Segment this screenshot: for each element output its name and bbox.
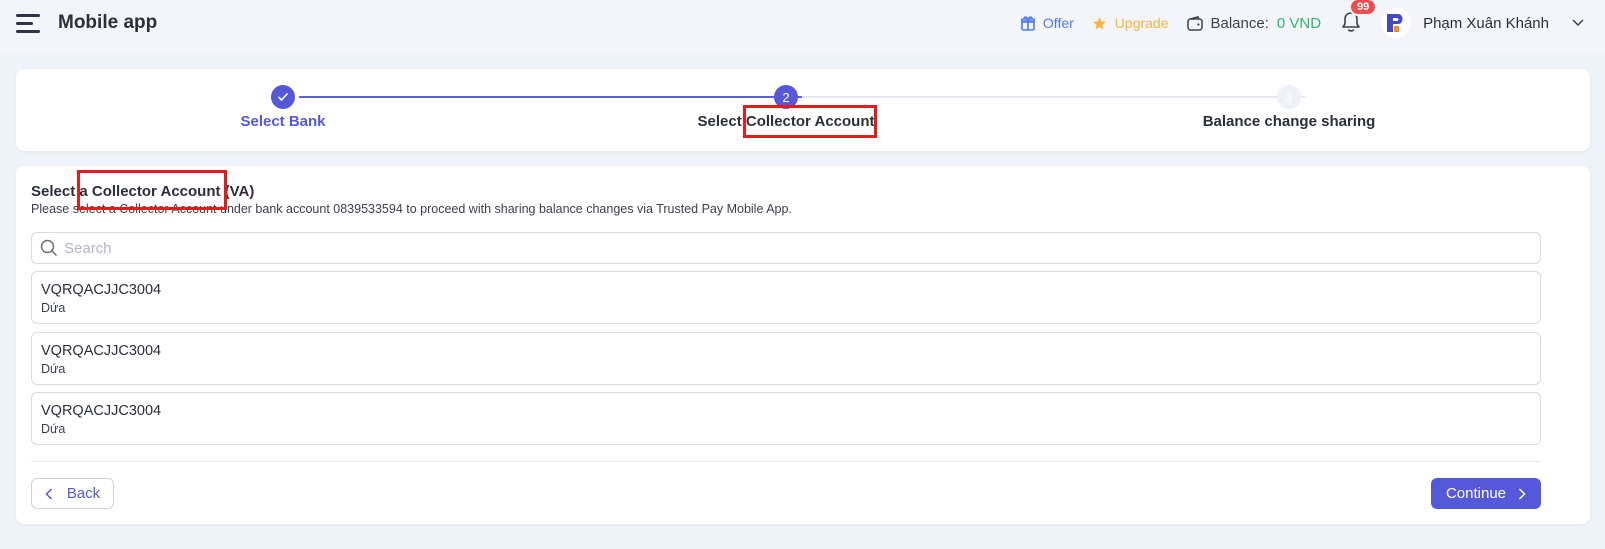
account-name: Dứa (41, 362, 66, 376)
account-name: Dứa (41, 422, 66, 436)
user-name[interactable]: Phạm Xuân Khánh (1423, 15, 1549, 32)
search-box[interactable] (31, 232, 1541, 264)
balance-display: Balance: 0 VND (1186, 14, 1322, 32)
notification-badge: 99 (1349, 0, 1378, 16)
collector-account-panel: Select a Collector Account (VA) Please s… (16, 166, 1590, 524)
search-input[interactable] (64, 239, 1514, 257)
chevron-down-icon[interactable] (1571, 18, 1585, 28)
step-1-label: Select Bank (240, 113, 326, 130)
upgrade-link[interactable]: Upgrade (1092, 15, 1169, 31)
balance-amount: 0 VND (1276, 14, 1322, 32)
brand-logo-icon (1387, 14, 1403, 32)
offer-label: Offer (1042, 15, 1074, 31)
back-button[interactable]: Back (31, 478, 114, 509)
menu-icon[interactable] (16, 14, 40, 34)
step-2-label: Select Collector Account (697, 113, 875, 130)
step-2-indicator: 2 (774, 85, 798, 109)
header-actions: Offer Upgrade Balance: 0 VND 99 Phạm Xuâ… (1020, 0, 1585, 46)
chevron-left-icon (45, 487, 52, 500)
list-item[interactable]: VQRQACJJC3004 Dứa (31, 332, 1541, 385)
star-icon (1093, 16, 1106, 29)
list-item[interactable]: VQRQACJJC3004 Dứa (31, 392, 1541, 445)
account-code: VQRQACJJC3004 (41, 343, 162, 359)
checkmark-icon (277, 92, 289, 102)
step-connector-pending (802, 96, 1305, 98)
balance-label: Balance: (1210, 14, 1269, 32)
step-1-indicator (271, 85, 295, 109)
notification-button[interactable]: 99 (1341, 0, 1378, 35)
stepper: 2 3 Select Bank Select Collector Account… (16, 69, 1590, 151)
account-name: Dứa (41, 301, 66, 315)
divider (31, 461, 1541, 462)
gift-icon (1020, 15, 1035, 31)
continue-label: Continue (1445, 485, 1507, 502)
step-connector-completed (299, 96, 802, 98)
step-3-label: Balance change sharing (1202, 113, 1376, 130)
chevron-right-icon (1518, 487, 1526, 500)
back-label: Back (66, 485, 101, 502)
upgrade-label: Upgrade (1114, 15, 1169, 31)
section-title: Select a Collector Account (VA) (31, 183, 255, 200)
list-item[interactable]: VQRQACJJC3004 Dứa (31, 271, 1541, 324)
search-icon (40, 239, 58, 257)
account-code: VQRQACJJC3004 (41, 403, 162, 419)
step-3-indicator: 3 (1277, 85, 1301, 109)
offer-link[interactable]: Offer (1020, 15, 1074, 31)
app-title: Mobile app (58, 12, 158, 33)
avatar[interactable] (1381, 8, 1412, 38)
top-bar: Mobile app Offer Upgrade Balance: 0 VND … (0, 0, 1605, 54)
continue-button[interactable]: Continue (1431, 478, 1541, 509)
section-description: Please select a Collector Account under … (31, 202, 792, 216)
wallet-icon (1186, 15, 1203, 31)
account-code: VQRQACJJC3004 (41, 282, 162, 298)
